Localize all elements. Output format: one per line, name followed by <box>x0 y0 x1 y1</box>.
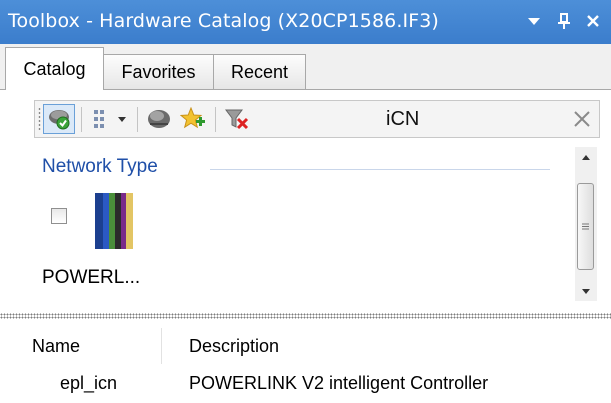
scroll-down-button[interactable] <box>575 281 597 301</box>
scroll-up-icon <box>582 154 590 160</box>
close-icon <box>574 111 590 127</box>
dropdown-arrow-icon <box>118 117 126 122</box>
search-clear-button[interactable] <box>568 104 596 134</box>
toolbar-separator <box>215 107 216 132</box>
close-icon[interactable] <box>582 10 604 32</box>
hardware-button[interactable] <box>143 104 175 134</box>
toolbar-separator <box>81 107 82 132</box>
grip-icon <box>582 223 589 230</box>
clear-filter-button[interactable] <box>221 104 253 134</box>
tab-recent[interactable]: Recent <box>213 54 306 89</box>
column-header-description[interactable]: Description <box>189 336 279 357</box>
group-header-network-type: Network Type <box>42 156 158 177</box>
dropdown-icon[interactable] <box>523 10 545 32</box>
tab-label: Favorites <box>121 61 196 82</box>
tab-strip: Catalog Favorites Recent <box>0 44 611 90</box>
clear-filter-icon <box>225 109 249 130</box>
column-divider[interactable] <box>161 328 162 364</box>
tab-catalog[interactable]: Catalog <box>5 47 104 90</box>
tab-label: Catalog <box>23 58 86 79</box>
network-type-label: POWERL... <box>42 267 141 288</box>
vertical-scrollbar[interactable] <box>575 147 597 301</box>
search-input[interactable] <box>386 105 556 133</box>
tab-label: Recent <box>230 61 289 82</box>
cell-description: POWERLINK V2 intelligent Controller <box>189 373 489 393</box>
group-divider <box>210 169 550 170</box>
catalog-panel: Network Type POWERL... Name Description … <box>0 90 611 403</box>
panel-splitter[interactable] <box>0 313 611 319</box>
add-favorite-icon <box>180 107 205 129</box>
scroll-up-button[interactable] <box>575 147 597 167</box>
title-bar: Toolbox - Hardware Catalog (X20CP1586.IF… <box>0 0 611 44</box>
toolbar-separator <box>137 107 138 132</box>
catalog-toolbar <box>34 100 600 138</box>
tab-favorites[interactable]: Favorites <box>103 54 214 89</box>
add-favorite-button[interactable] <box>177 104 209 134</box>
connect-button[interactable] <box>43 104 75 134</box>
window-title: Toolbox - Hardware Catalog (X20CP1586.IF… <box>8 10 439 32</box>
network-type-checkbox[interactable] <box>51 208 67 224</box>
scroll-thumb[interactable] <box>577 183 594 270</box>
powerlink-network-icon[interactable] <box>77 191 147 251</box>
column-header-name[interactable]: Name <box>32 336 80 357</box>
connect-icon <box>49 110 70 130</box>
toolbar-grip[interactable] <box>38 107 41 132</box>
scroll-down-icon <box>582 288 590 294</box>
hardware-icon <box>148 110 170 128</box>
pin-icon[interactable] <box>553 10 575 32</box>
view-mode-dropdown[interactable] <box>113 104 131 134</box>
cell-name: epl_icn <box>60 373 118 393</box>
view-mode-icon <box>94 110 104 128</box>
